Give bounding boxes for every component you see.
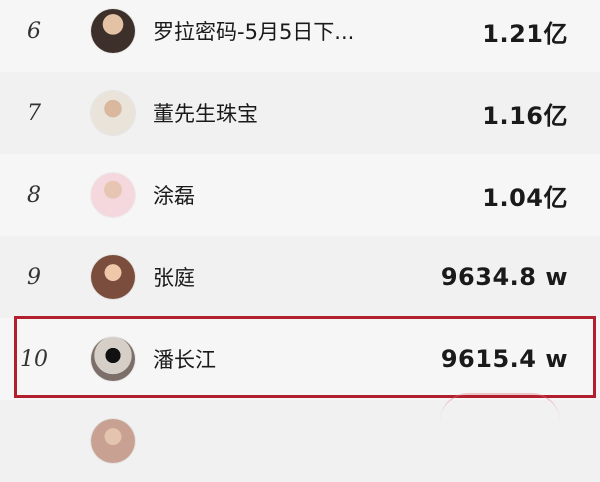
sales-value: 1.16亿 — [482, 101, 568, 130]
rank-number: 10 — [20, 346, 48, 372]
sales-value: 1.04亿 — [482, 183, 568, 212]
avatar — [91, 255, 135, 299]
rank-number: 6 — [27, 18, 41, 44]
sales-value: 9634.8 w — [440, 263, 568, 291]
avatar — [91, 419, 135, 463]
streamer-name: 张庭 — [153, 266, 195, 290]
ranking-row[interactable]: 6 罗拉密码-5月5日下... 1.21亿 — [0, 0, 600, 72]
rank-number: 7 — [27, 100, 41, 126]
streamer-name: 罗拉密码-5月5日下... — [153, 20, 355, 44]
ranking-row[interactable]: 9 张庭 9634.8 w — [0, 236, 600, 318]
sales-value: 9615.4 w — [440, 345, 568, 373]
rank-number: 9 — [27, 264, 41, 290]
decorative-arc — [440, 393, 560, 421]
rank-number: 8 — [27, 182, 41, 208]
avatar — [91, 337, 135, 381]
ranking-row[interactable]: 7 董先生珠宝 1.16亿 — [0, 72, 600, 154]
streamer-name: 董先生珠宝 — [153, 102, 258, 126]
avatar — [91, 91, 135, 135]
avatar — [91, 9, 135, 53]
sales-value: 1.21亿 — [482, 19, 568, 48]
avatar — [91, 173, 135, 217]
streamer-name: 潘长江 — [153, 348, 216, 372]
ranking-row[interactable]: 10 潘长江 9615.4 w — [0, 318, 600, 400]
streamer-name: 涂磊 — [153, 184, 195, 208]
ranking-row[interactable]: 8 涂磊 1.04亿 — [0, 154, 600, 236]
